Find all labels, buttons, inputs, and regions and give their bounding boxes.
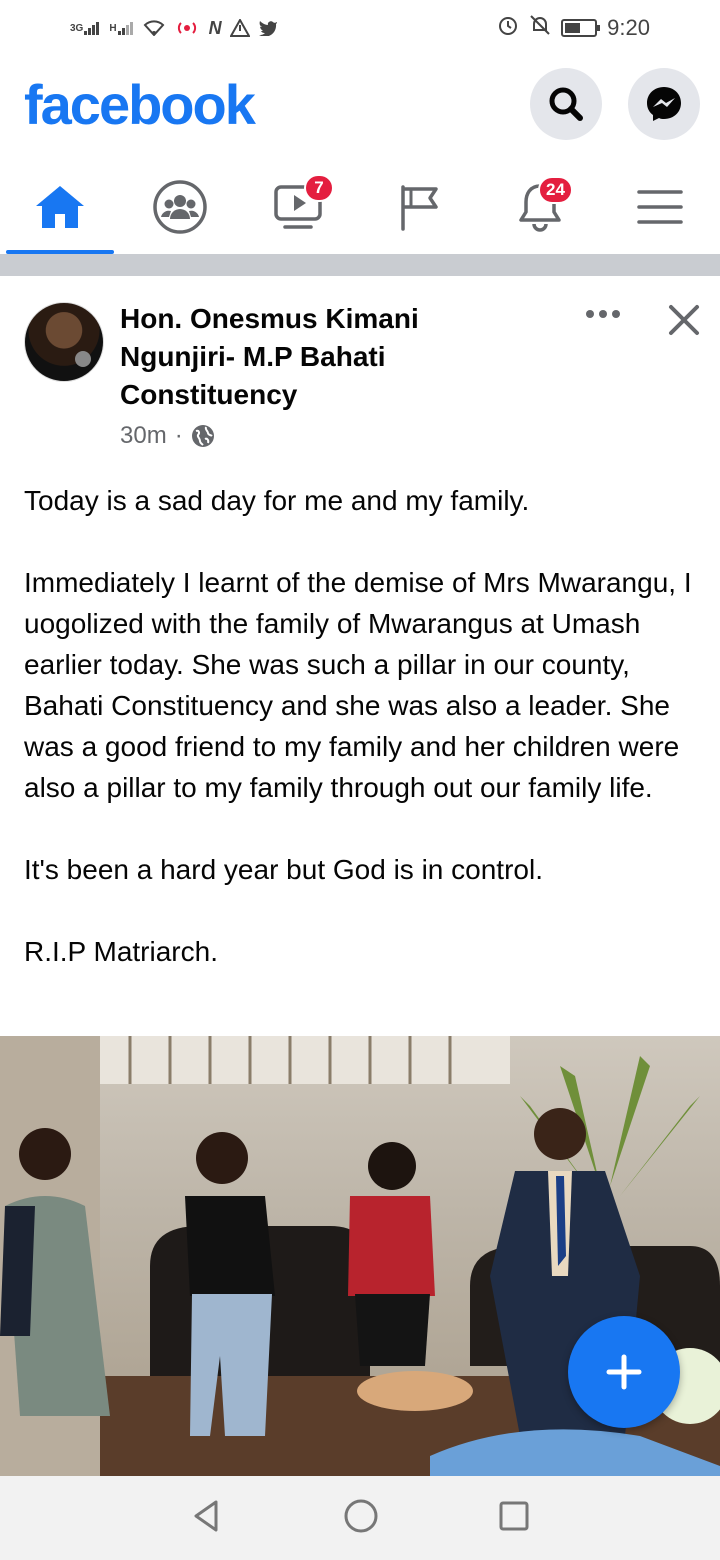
status-icons-left: 3G H N [70, 18, 278, 39]
home-icon [36, 186, 84, 228]
tab-home[interactable] [0, 160, 120, 254]
create-post-button[interactable] [568, 1316, 680, 1428]
flag-icon [401, 185, 438, 231]
plus-icon [606, 1354, 642, 1390]
back-triangle-icon [194, 1500, 218, 1531]
tab-groups[interactable] [120, 160, 240, 254]
globe-icon [191, 425, 214, 447]
status-icons-right: 9:20 [497, 14, 650, 42]
home-circle-icon [344, 1499, 378, 1532]
watch-badge: 7 [304, 174, 334, 202]
author-avatar[interactable] [24, 302, 104, 382]
tab-watch[interactable]: 7 [240, 160, 360, 254]
groups-icon [153, 180, 207, 234]
post-paragraph: Immediately I learnt of the demise of Mr… [24, 567, 692, 803]
notifications-badge: 24 [538, 176, 573, 204]
clock: 9:20 [607, 15, 650, 40]
home-button[interactable] [343, 1498, 379, 1539]
header-actions [530, 68, 700, 140]
alarm-icon [497, 14, 519, 42]
system-nav-bar [0, 1476, 720, 1560]
recents-button[interactable] [498, 1500, 530, 1537]
nfc-icon: N [208, 17, 222, 38]
search-icon [549, 87, 583, 121]
hotspot-icon [173, 20, 201, 36]
tab-notifications[interactable]: 24 [480, 160, 600, 254]
tab-menu[interactable] [600, 160, 720, 254]
search-button[interactable] [530, 68, 602, 140]
tab-pages[interactable] [360, 160, 480, 254]
post-paragraph: Today is a sad day for me and my family. [24, 485, 530, 516]
author-name[interactable]: Hon. Onesmus Kimani Ngunjiri- M.P Bahati… [120, 300, 500, 414]
warning-icon [229, 19, 250, 37]
wifi-icon [143, 20, 165, 36]
back-button[interactable] [190, 1499, 224, 1538]
post-paragraph: It's been a hard year but God is in cont… [24, 854, 543, 885]
post-options-button[interactable] [578, 300, 628, 330]
app-header: facebook [0, 62, 720, 146]
post-paragraph: R.I.P Matriarch. [24, 936, 218, 967]
hamburger-icon [637, 190, 683, 224]
feed-divider [0, 254, 720, 276]
post-meta: 30m · [120, 422, 215, 450]
messenger-icon [647, 87, 681, 121]
twitter-icon [258, 20, 278, 36]
main-nav: 7 24 [0, 160, 720, 254]
network-h: H [109, 21, 134, 35]
facebook-logo[interactable]: facebook [24, 72, 256, 137]
mute-icon [529, 14, 551, 42]
status-bar: 3G H N 9:20 [0, 0, 720, 56]
meta-separator: · [174, 422, 183, 449]
recents-square-icon [499, 1501, 529, 1530]
close-icon [669, 305, 699, 335]
messenger-button[interactable] [628, 68, 700, 140]
hide-post-button[interactable] [664, 300, 704, 340]
battery-icon [561, 19, 601, 37]
post-body: Today is a sad day for me and my family.… [24, 480, 704, 972]
more-icon [586, 310, 620, 318]
post-time[interactable]: 30m [120, 422, 167, 450]
network-3g: 3G [70, 21, 101, 35]
